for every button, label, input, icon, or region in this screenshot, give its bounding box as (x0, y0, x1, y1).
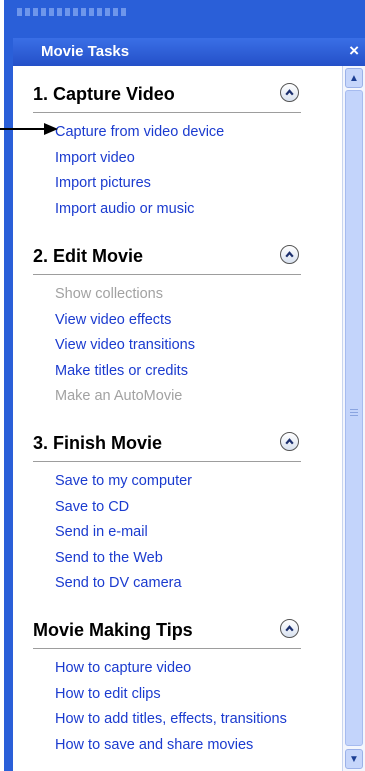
panel-title: Movie Tasks (41, 43, 130, 60)
link-view-video-transitions[interactable]: View video transitions (55, 333, 195, 359)
close-icon[interactable]: × (349, 41, 359, 61)
scroll-up-button[interactable]: ▲ (345, 68, 363, 88)
link-import-audio-or-music[interactable]: Import audio or music (55, 197, 224, 223)
link-make-an-automovie: Make an AutoMovie (55, 388, 183, 404)
link-import-video[interactable]: Import video (55, 146, 224, 172)
link-send-in-email[interactable]: Send in e-mail (55, 520, 192, 546)
annotation-arrow-icon (0, 123, 58, 135)
vertical-scrollbar[interactable]: ▲ ▼ (342, 66, 365, 771)
scroll-thumb[interactable] (345, 90, 363, 746)
section-title: Movie Making Tips (33, 620, 193, 640)
link-list: How to capture video How to edit clips H… (55, 656, 287, 758)
link-send-to-dv-camera[interactable]: Send to DV camera (55, 571, 192, 597)
link-how-to-save-and-share-movies[interactable]: How to save and share movies (55, 733, 287, 759)
link-make-titles-or-credits[interactable]: Make titles or credits (55, 359, 195, 385)
link-save-to-cd[interactable]: Save to CD (55, 495, 192, 521)
panel-title-bar: Movie Tasks × (13, 38, 365, 66)
chevron-down-icon: ▼ (349, 753, 359, 765)
section-title: 1. Capture Video (33, 84, 175, 104)
link-save-to-my-computer[interactable]: Save to my computer (55, 469, 192, 495)
link-how-to-capture-video[interactable]: How to capture video (55, 656, 287, 682)
task-pane: 1. Capture Video Capture from video devi… (13, 66, 342, 771)
chevron-up-icon (285, 438, 294, 445)
chevron-up-icon: ▲ (349, 72, 359, 84)
link-send-to-the-web[interactable]: Send to the Web (55, 546, 192, 572)
scroll-down-button[interactable]: ▼ (345, 749, 363, 769)
thumb-grip-icon (350, 409, 358, 417)
link-capture-from-video-device[interactable]: Capture from video device (55, 120, 224, 146)
link-list: Save to my computer Save to CD Send in e… (55, 469, 192, 597)
chevron-up-icon (285, 625, 294, 632)
collapse-button[interactable] (280, 245, 299, 264)
section-header: Movie Making Tips (33, 616, 301, 649)
collapse-button[interactable] (280, 619, 299, 638)
drag-grip[interactable] (17, 8, 127, 16)
chevron-up-icon (285, 251, 294, 258)
section-title: 3. Finish Movie (33, 433, 163, 453)
collapse-button[interactable] (280, 83, 299, 102)
chevron-up-icon (285, 89, 294, 96)
section-header: 1. Capture Video (33, 80, 301, 113)
link-how-to-edit-clips[interactable]: How to edit clips (55, 682, 287, 708)
link-list: Capture from video device Import video I… (55, 120, 224, 222)
collapse-button[interactable] (280, 432, 299, 451)
link-show-collections: Show collections (55, 286, 163, 302)
link-import-pictures[interactable]: Import pictures (55, 171, 224, 197)
link-view-video-effects[interactable]: View video effects (55, 308, 195, 334)
link-list: Show collections View video effects View… (55, 282, 195, 410)
section-header: 2. Edit Movie (33, 242, 301, 275)
section-header: 3. Finish Movie (33, 429, 301, 462)
section-title: 2. Edit Movie (33, 246, 144, 266)
link-how-to-add-titles-effects-transitions[interactable]: How to add titles, effects, transitions (55, 707, 287, 733)
